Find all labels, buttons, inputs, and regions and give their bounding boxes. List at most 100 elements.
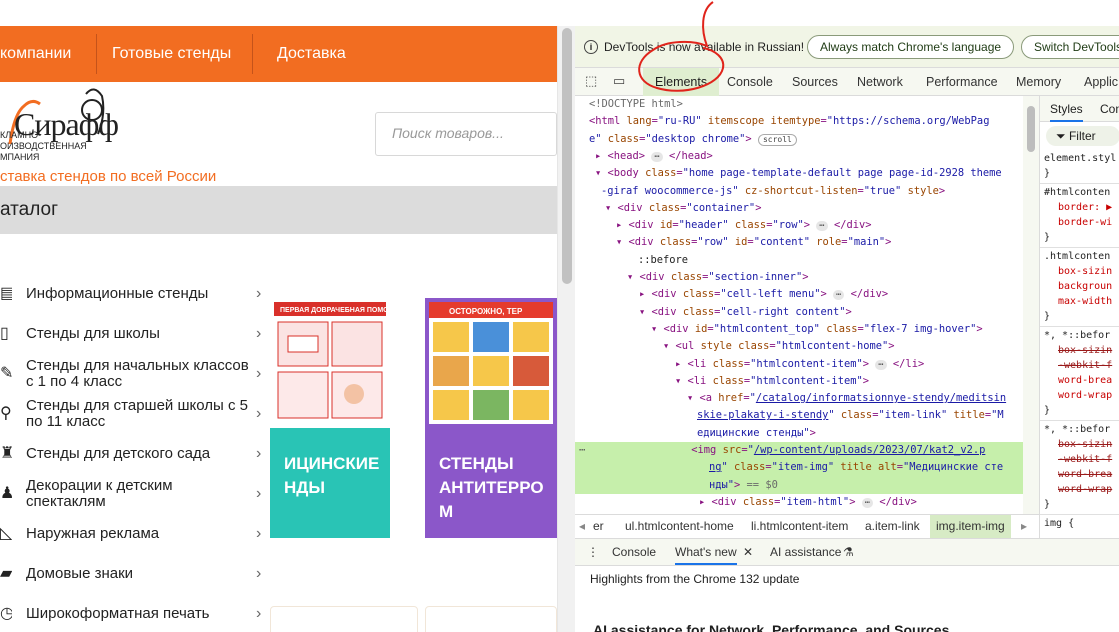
tab-sources[interactable]: Sources [792,68,838,96]
page-scrollbar[interactable] [557,26,575,632]
collapsed-dots[interactable]: ⋯ [861,497,874,508]
nav-item-delivery[interactable]: Доставка [277,26,346,82]
tab-memory[interactable]: Memory [1016,68,1061,96]
dom-node-li[interactable]: ▸ <li class="htmlcontent-item"> ⋯ </li> [675,356,924,373]
dom-node-htmlcontent-top[interactable]: ▾ <div id="htmlcontent_top" class="flex-… [651,321,983,338]
dom-node-cell-left[interactable]: ▸ <div class="cell-left menu"> ⋯ </div> [639,286,888,303]
style-line[interactable]: box-sizin [1058,344,1112,357]
crumb[interactable]: li.htmlcontent-item [751,515,848,538]
crumb[interactable]: ul.htmlcontent-home [625,515,734,538]
dom-node-a[interactable]: ▾ <a href="/catalog/informatsionnye-sten… [687,390,1006,407]
tab-performance[interactable]: Performance [926,68,998,96]
collapsed-dots[interactable]: ⋯ [875,359,887,370]
style-line[interactable]: } [1044,498,1050,511]
collapsed-dots[interactable]: ⋯ [816,221,828,232]
tab-network[interactable]: Network [857,68,903,96]
style-line[interactable]: word-wrap [1058,483,1112,496]
collapsed-dots[interactable]: ⋯ [832,290,845,301]
style-line[interactable]: element.styl [1044,152,1116,165]
crumb-active[interactable]: img.item-img [930,515,1011,538]
category-card[interactable] [270,606,418,632]
style-line[interactable]: box-sizin [1058,265,1112,278]
style-line[interactable]: #htmlconten [1044,186,1110,199]
style-line[interactable]: max-width [1058,295,1112,308]
category-label: Наружная реклама [26,525,160,542]
category-card-antiterror[interactable]: ОСТОРОЖНО, ТЕР СТЕНДЫ АНТИТЕРРО М [425,298,557,538]
category-card[interactable] [425,606,557,632]
style-line[interactable]: *, *::befor [1044,329,1110,342]
crumb-scroll-right[interactable]: ▸ [1021,515,1027,538]
category-item[interactable]: ♜ Стенды для детского сада › [0,434,270,474]
tab-application[interactable]: Applic [1084,68,1118,96]
category-item[interactable]: ✎ Стенды для начальных классов с 1 по 4 к… [0,354,270,394]
dom-node-img-selected[interactable]: ⋯ <img src="/wp-content/uploads/2023/07/k… [575,442,1023,460]
style-line[interactable]: border-wi [1058,216,1112,229]
style-line[interactable]: border: ▶ [1058,201,1112,214]
nav-item-company[interactable]: компании [0,26,71,82]
dom-node-html[interactable]: <html lang="ru-RU" itemscope itemtype="h… [589,113,989,130]
drawer-tab-console[interactable]: Console [612,539,656,565]
match-language-button[interactable]: Always match Chrome's language [807,35,1015,59]
style-line[interactable]: } [1044,404,1050,417]
tab-styles[interactable]: Styles [1050,102,1083,122]
dom-node-head[interactable]: ▸ <head> ⋯ </head> [595,148,713,165]
dom-node-before[interactable]: ::before [638,252,688,269]
inspect-element-icon[interactable]: ⬚ [585,74,599,88]
search-input[interactable]: Поиск товаров... [375,112,557,156]
scrollbar-thumb[interactable] [562,28,572,284]
drawer-tab-ai-assistance[interactable]: AI assistance [770,539,841,565]
style-line[interactable]: -webkit-f [1058,359,1112,372]
style-line[interactable]: -webkit-f [1058,453,1112,466]
dom-node-ul[interactable]: ▾ <ul style class="htmlcontent-home"> [663,338,895,355]
close-icon[interactable]: ✕ [743,539,753,565]
drawer-tab-whats-new[interactable]: What's new [675,539,737,565]
style-line[interactable]: backgroun [1058,280,1112,293]
style-line[interactable]: word-wrap [1058,389,1112,402]
dom-node-body[interactable]: ▾ <body class="home page-template-defaul… [595,165,1002,182]
category-item[interactable]: ▤ Информационные стенды › [0,274,270,314]
category-item[interactable]: ♟ Декорации к детским спектаклям › [0,474,270,514]
crumb-scroll-left[interactable]: ◂ [579,515,585,538]
dom-node-content[interactable]: ▾ <div class="row" id="content" role="ma… [616,234,891,251]
style-line[interactable]: } [1044,310,1050,323]
dom-node-li-open[interactable]: ▾ <li class="htmlcontent-item"> [675,373,869,390]
nav-item-ready-stands[interactable]: Готовые стенды [112,26,231,82]
dom-node-container[interactable]: ▾ <div class="container"> [605,200,761,217]
dom-node-html-cont[interactable]: e" class="desktop chrome"> scroll [589,131,797,148]
dom-node-img-selected-cont[interactable]: ng" class="item-img" title alt="Медицинс… [575,459,1023,477]
scroll-badge[interactable]: scroll [757,133,797,146]
category-item[interactable]: ◷ Широкоформатная печать › [0,594,270,632]
style-line[interactable]: img { [1044,517,1074,530]
collapsed-dots[interactable]: ⋯ [651,151,663,162]
dom-scrollbar[interactable] [1023,96,1039,514]
style-line[interactable]: } [1044,167,1050,180]
style-line[interactable]: word-brea [1058,374,1112,387]
style-line[interactable]: .htmlconten [1044,250,1110,263]
dom-node-cell-right[interactable]: ▾ <div class="cell-right content"> [639,304,852,321]
dom-node-img-selected-cont2[interactable]: нды"> == $0 [575,476,1023,494]
catalog-header[interactable]: аталог [0,186,557,234]
dom-node-a-cont[interactable]: skie-plakaty-i-stendy" class="item-link"… [697,407,1004,424]
style-line[interactable]: box-sizin [1058,438,1112,451]
category-item[interactable]: ▯ Стенды для школы › [0,314,270,354]
switch-devtools-button[interactable]: Switch DevTools [1021,35,1119,59]
crumb[interactable]: a.item-link [865,515,920,538]
drawer-menu-icon[interactable]: ⋮ [587,539,599,565]
dom-node-a-cont2[interactable]: едицинские стенды"> [697,425,816,442]
tab-computed[interactable]: Con [1100,102,1119,116]
dom-node-section-inner[interactable]: ▾ <div class="section-inner"> [627,269,808,286]
category-item[interactable]: ◺ Наружная реклама › [0,514,270,554]
style-line[interactable]: } [1044,231,1050,244]
styles-filter-input[interactable]: ⏷ Filter [1046,126,1119,146]
crumb[interactable]: er [593,515,604,538]
category-item[interactable]: ⚲ Стенды для старшей школы с 5 по 11 клас… [0,394,270,434]
style-line[interactable]: word-brea [1058,468,1112,481]
device-toolbar-icon[interactable]: ▭ [613,74,627,88]
category-item[interactable]: ▰ Домовые знаки › [0,554,270,594]
style-line[interactable]: *, *::befor [1044,423,1110,436]
dom-node-item-html[interactable]: ▸ <div class="item-html"> ⋯ </div> [699,494,917,511]
category-card-medical[interactable]: ПЕРВАЯ ДОВРАЧЕБНАЯ ПОМОЩЬ ицинские нды [270,298,401,538]
dom-node-header[interactable]: ▸ <div id="header" class="row"> ⋯ </div> [616,217,871,234]
dom-node-body-cont[interactable]: -giraf woocommerce-js" cz-shortcut-liste… [601,183,945,200]
scrollbar-thumb[interactable] [1027,106,1035,152]
